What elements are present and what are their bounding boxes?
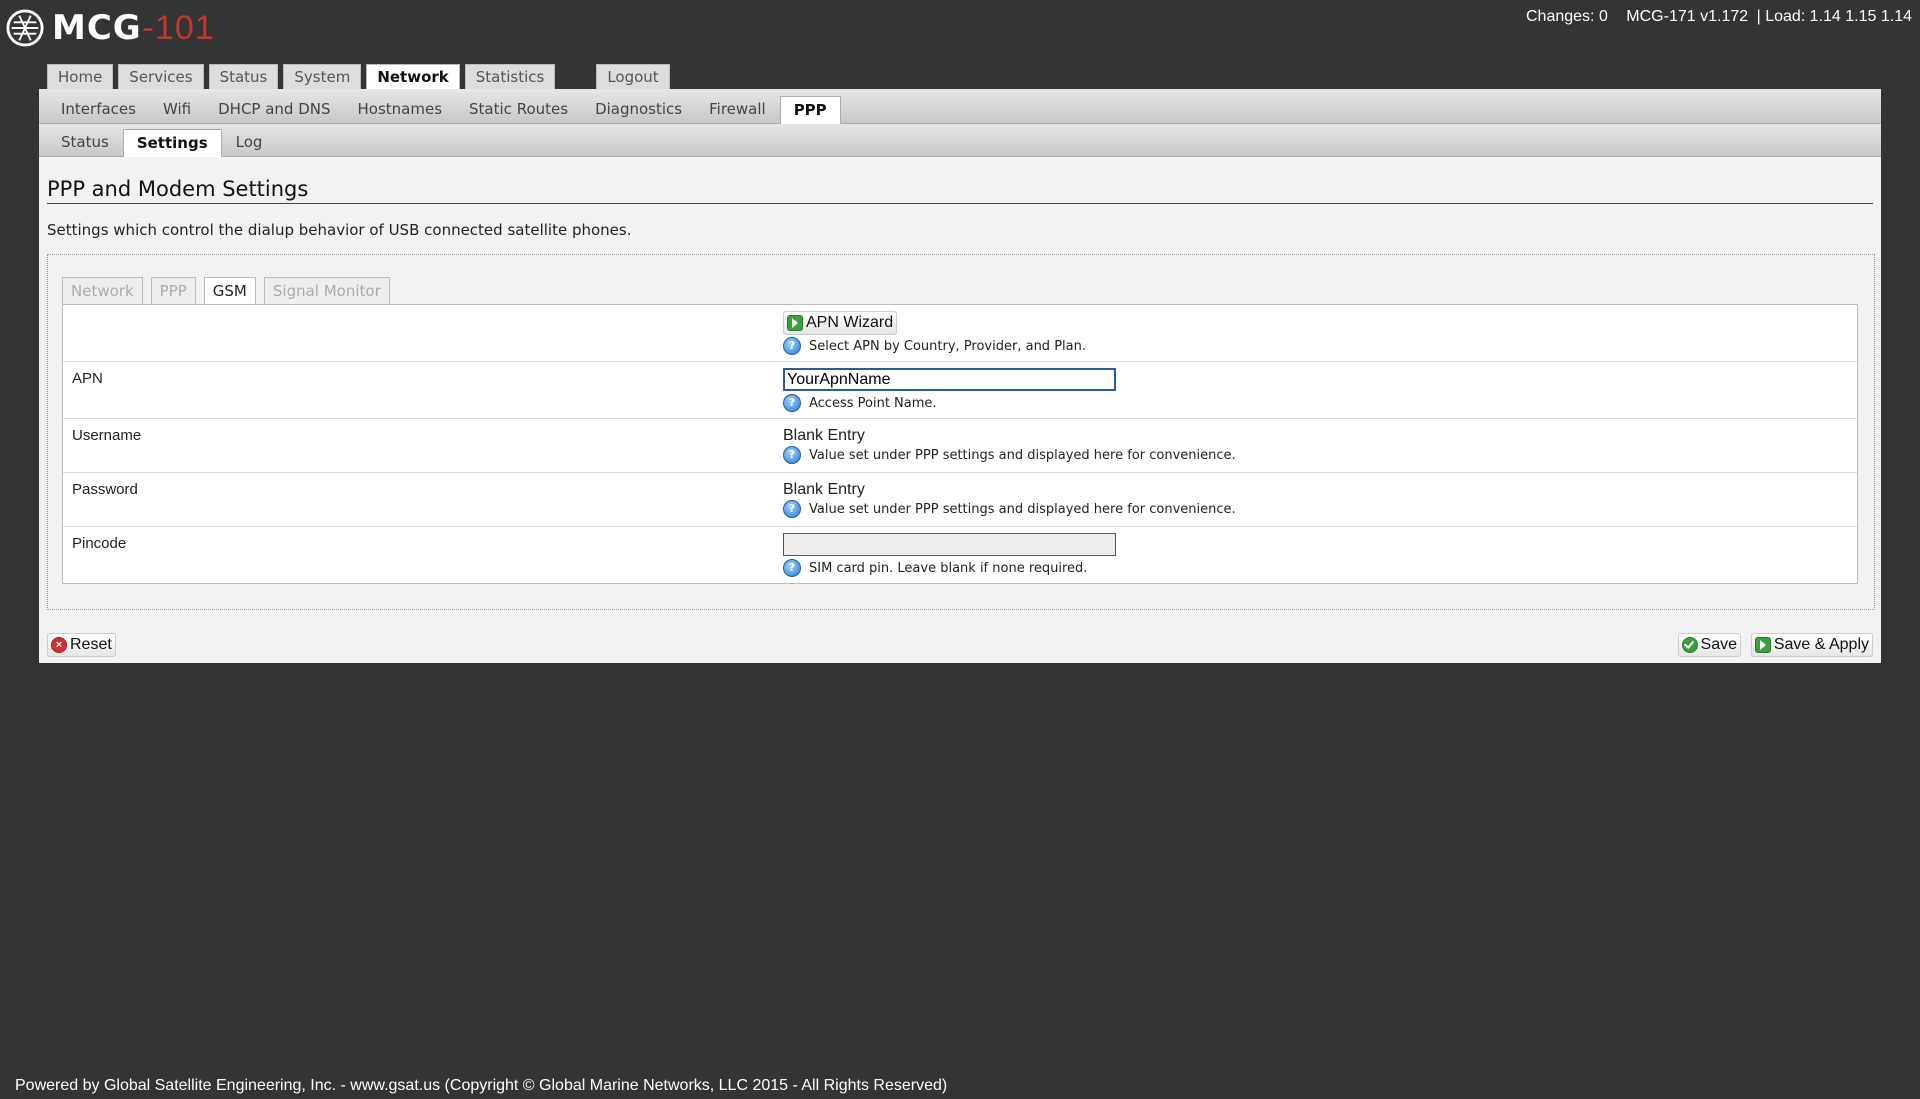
save-apply-button[interactable]: Save & Apply [1750,633,1873,657]
logo-icon [6,9,44,47]
logo-text: MCG-101 [52,8,215,48]
apn-row: APN ? Access Point Name. [63,362,1857,419]
apn-wizard-row: APN Wizard ? Select APN by Country, Prov… [63,305,1857,362]
settings-fieldset: Network PPP GSM Signal Monitor APN Wizar… [47,254,1875,610]
status-line: Changes: 0 MCG-171 v1.172 | Load: 1.14 1… [1512,8,1912,26]
password-label: Password [72,481,138,498]
pincode-input[interactable] [783,533,1116,556]
page-title: PPP and Modem Settings [47,177,1873,204]
help-icon: ? [783,337,801,355]
tab-status[interactable]: Status [208,64,279,90]
username-label: Username [72,427,142,444]
play-icon [1754,637,1771,653]
apn-help: ? Access Point Name. [783,394,937,412]
header-bar: MCG-101 Changes: 0 MCG-171 v1.172 | Load… [0,0,1920,58]
section-tabs: Network PPP GSM Signal Monitor [62,277,398,305]
tab-logout[interactable]: Logout [596,64,670,90]
subtab-diagnostics[interactable]: Diagnostics [582,96,695,122]
tab-system[interactable]: System [283,64,362,90]
section-tab-gsm[interactable]: GSM [203,277,256,305]
ppp-subnav: Status Settings Log [39,124,1881,157]
changes-count[interactable]: Changes: 0 [1526,8,1608,25]
tab-services[interactable]: Services [118,64,204,90]
apn-wizard-help: ? Select APN by Country, Provider, and P… [783,337,1086,355]
logo: MCG-101 [6,8,215,48]
subsubtab-settings[interactable]: Settings [122,129,222,157]
load-average: | Load: 1.14 1.15 1.14 [1756,8,1912,25]
subtab-wifi[interactable]: Wifi [150,96,204,122]
tab-network[interactable]: Network [366,64,460,90]
pincode-label: Pincode [72,535,127,552]
reset-button[interactable]: × Reset [47,633,116,657]
network-subnav: Interfaces Wifi DHCP and DNS Hostnames S… [39,89,1881,124]
apn-wizard-label: APN Wizard [806,314,894,331]
subtab-static-routes[interactable]: Static Routes [456,96,581,122]
tab-home[interactable]: Home [47,64,114,90]
main-nav: Home Services Status System Network Stat… [47,64,675,90]
apn-input[interactable] [783,368,1116,391]
password-help: ? Value set under PPP settings and displ… [783,500,1236,518]
tab-statistics[interactable]: Statistics [464,64,556,90]
subtab-firewall[interactable]: Firewall [696,96,779,122]
username-value: Blank Entry [783,427,865,444]
firmware-version: MCG-171 v1.172 [1626,8,1749,25]
username-row: Username Blank Entry ? Value set under P… [63,419,1857,473]
section-tab-signal-monitor[interactable]: Signal Monitor [263,277,390,304]
play-icon [787,315,803,331]
check-icon [1681,637,1698,653]
help-icon: ? [783,559,801,577]
pincode-row: Pincode ? SIM card pin. Leave blank if n… [63,527,1857,583]
close-icon: × [51,637,67,653]
subsubtab-log[interactable]: Log [223,129,276,155]
gsm-settings-table: APN Wizard ? Select APN by Country, Prov… [62,304,1858,584]
subsubtab-status[interactable]: Status [48,129,122,155]
pincode-help: ? SIM card pin. Leave blank if none requ… [783,559,1087,577]
footer-text: Powered by Global Satellite Engineering,… [15,1077,948,1094]
password-value: Blank Entry [783,481,865,498]
subtab-hostnames[interactable]: Hostnames [345,96,456,122]
content-panel: Interfaces Wifi DHCP and DNS Hostnames S… [39,89,1881,663]
save-button[interactable]: Save [1677,633,1741,657]
help-icon: ? [783,500,801,518]
subtab-dhcp-dns[interactable]: DHCP and DNS [205,96,343,122]
section-tab-ppp[interactable]: PPP [150,277,196,304]
apn-label: APN [72,370,103,387]
apn-wizard-button[interactable]: APN Wizard [783,311,898,335]
subtab-interfaces[interactable]: Interfaces [48,96,149,122]
username-help: ? Value set under PPP settings and displ… [783,446,1236,464]
password-row: Password Blank Entry ? Value set under P… [63,473,1857,527]
help-icon: ? [783,394,801,412]
subtab-ppp[interactable]: PPP [779,96,841,124]
page-description: Settings which control the dialup behavi… [47,221,632,239]
help-icon: ? [783,446,801,464]
section-tab-network[interactable]: Network [62,277,143,304]
